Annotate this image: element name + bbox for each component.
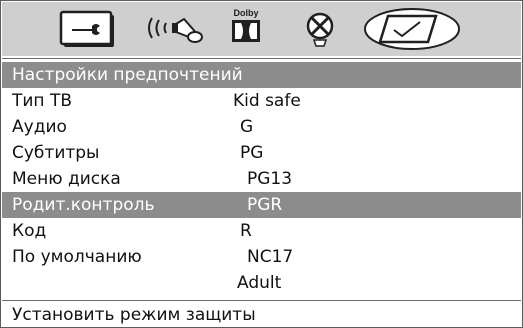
status-text: Установить режим защиты (12, 305, 256, 325)
rating-option[interactable]: Adult (237, 270, 281, 296)
divider (2, 300, 521, 301)
menu-item-label: Тип ТВ (12, 91, 72, 111)
menu-item-subtitles[interactable]: Субтитры PG (2, 140, 521, 166)
rating-option[interactable]: PG (240, 140, 263, 166)
menu-item-disc-menu[interactable]: Меню диска PG13 (2, 166, 521, 192)
menu-item-label: Субтитры (12, 143, 100, 163)
menu-item-password[interactable]: Код R (2, 218, 521, 244)
tab-audio[interactable] (142, 2, 208, 56)
rating-option[interactable]: PGR (247, 192, 282, 218)
menu-title-bar: Настройки предпочтений (2, 62, 521, 88)
menu-tab-bar: Dolby (2, 2, 521, 56)
rating-option[interactable]: R (240, 218, 252, 244)
wrench-icon (59, 10, 114, 47)
menu-item-label: Аудио (12, 117, 67, 137)
osd-window: Dolby Настройки предпочтений Тип ТВ Kid … (0, 0, 523, 328)
tab-video[interactable] (298, 2, 342, 56)
checkmark-screen-icon (364, 8, 460, 50)
menu-title: Настройки предпочтений (12, 65, 243, 85)
menu-item-audio[interactable]: Аудио G (2, 114, 521, 140)
rating-option[interactable]: NC17 (247, 244, 293, 270)
menu-item-label: Код (12, 221, 47, 241)
svg-text:Dolby: Dolby (233, 8, 258, 18)
divider (2, 58, 521, 59)
preferences-menu: Настройки предпочтений Тип ТВ Kid safe А… (2, 62, 521, 298)
rating-option[interactable]: G (240, 114, 253, 140)
menu-item-default[interactable]: По умолчанию NC17 (2, 244, 521, 270)
menu-item-extra: Adult (2, 270, 521, 296)
menu-item-tv-type[interactable]: Тип ТВ Kid safe (2, 88, 521, 114)
rating-option[interactable]: PG13 (247, 166, 292, 192)
tab-dolby[interactable]: Dolby (226, 2, 266, 56)
dolby-logo: Dolby (232, 8, 260, 42)
status-bar: Установить режим защиты (2, 303, 521, 327)
rating-option[interactable]: Kid safe (233, 88, 301, 114)
menu-item-label: По умолчанию (12, 247, 142, 267)
menu-item-parental-control[interactable]: Родит.контроль PGR (2, 192, 521, 218)
tv-x-icon (306, 12, 334, 47)
speaker-sound-icon (148, 17, 203, 43)
tab-setup[interactable] (58, 2, 124, 56)
tab-preferences[interactable] (362, 2, 462, 56)
menu-item-label: Меню диска (12, 169, 121, 189)
menu-item-label: Родит.контроль (12, 195, 155, 215)
